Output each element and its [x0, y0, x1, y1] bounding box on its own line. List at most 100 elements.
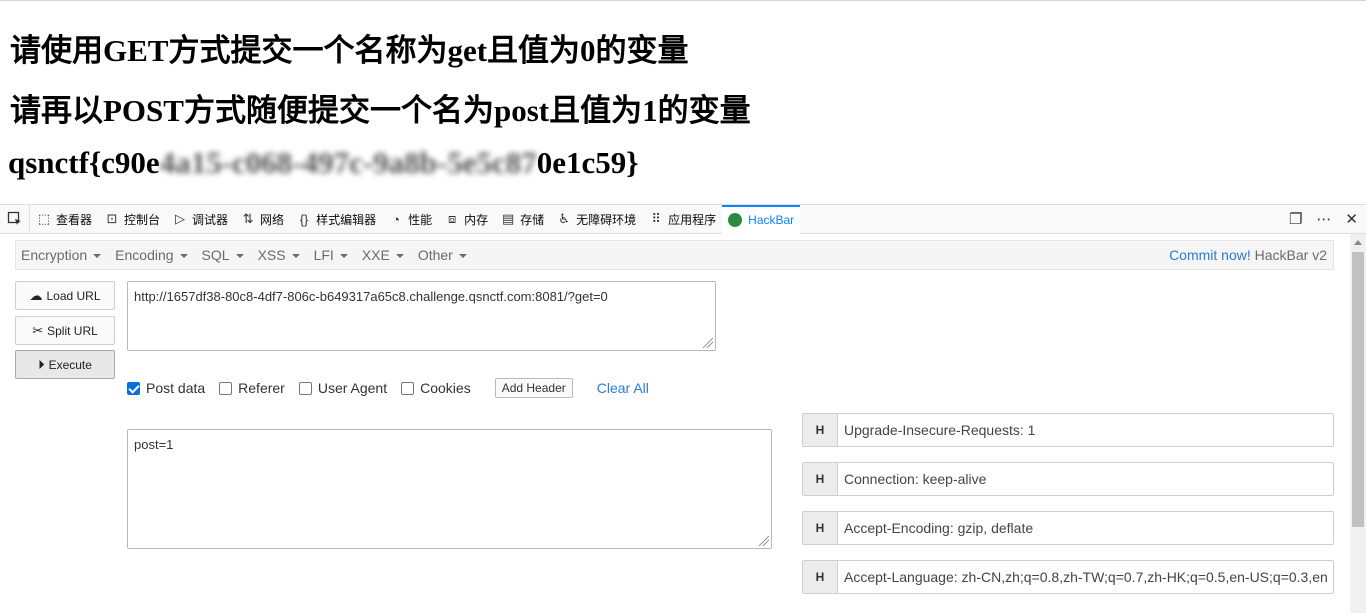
- performance-icon: ◔: [392, 211, 400, 227]
- execute-label: Execute: [48, 357, 92, 372]
- flag-text: qsnctf{c90e 4a15-c068-497c-9a8b-5e5c87 0e1…: [8, 145, 639, 181]
- header-row: H Accept-Language: zh-CN,zh;q=0.8,zh-TW;q…: [802, 560, 1334, 594]
- checkbox[interactable]: [401, 381, 415, 395]
- menu-label: Encryption: [21, 247, 88, 263]
- post-data-value: post=1: [134, 437, 174, 452]
- devtools-tab-3[interactable]: ⇅ 网络: [234, 205, 290, 233]
- header-row: H Connection: keep-alive: [802, 462, 1334, 496]
- devtools-tab-label: HackBar: [748, 213, 795, 227]
- menu-xxe[interactable]: XXE: [355, 247, 411, 263]
- page-content: 请使用GET方式提交一个名称为get且值为0的变量 请再以POST方式随便提交一…: [0, 0, 1366, 204]
- devtools-tab-2[interactable]: ▷ 调试器: [166, 205, 234, 233]
- clear-all-link[interactable]: Clear All: [597, 380, 649, 396]
- execute-button[interactable]: ⏵ Execute: [15, 350, 115, 379]
- header-value-input[interactable]: Upgrade-Insecure-Requests: 1: [838, 414, 1035, 446]
- menu-sql[interactable]: SQL: [195, 247, 251, 263]
- devtools-tab-10[interactable]: HackBar: [722, 204, 801, 234]
- devtools-tab-label: 网络: [260, 212, 285, 227]
- load-url-button[interactable]: ☁ Load URL: [15, 281, 115, 310]
- instruction-post: 请再以POST方式随便提交一个名为post且值为1的变量: [10, 93, 751, 128]
- menu-encryption[interactable]: Encryption: [16, 247, 108, 263]
- chevron-down-icon: [179, 254, 188, 258]
- devtools-tab-1[interactable]: ⊡ 控制台: [98, 205, 166, 233]
- resize-grip-icon[interactable]: [703, 338, 713, 348]
- url-value: http://1657df38-80c8-4df7-806c-b649317a6…: [134, 289, 608, 304]
- chevron-down-icon: [291, 254, 300, 258]
- application-icon: ⠿: [651, 211, 661, 226]
- chevron-down-icon: [339, 254, 348, 258]
- menu-label: SQL: [201, 247, 230, 263]
- checkbox[interactable]: [219, 381, 233, 395]
- devtools-tab-label: 无障碍环境: [576, 212, 637, 227]
- request-options: Post data Referer User Agent Cookies Add He…: [127, 378, 649, 398]
- devtools-tab-label: 性能: [408, 212, 433, 227]
- devtools-tab-7[interactable]: ▤ 存储: [494, 205, 550, 233]
- split-url-label: Split URL: [47, 323, 98, 338]
- split-url-button[interactable]: ✂ Split URL: [15, 316, 115, 345]
- header-toggle-button[interactable]: H: [803, 561, 838, 593]
- checkbox[interactable]: [127, 381, 140, 395]
- close-devtools-icon[interactable]: ✕: [1345, 210, 1358, 228]
- option-label: Referer: [238, 380, 285, 396]
- option-user-agent[interactable]: User Agent: [298, 380, 388, 396]
- network-icon: ⇅: [242, 211, 254, 226]
- menu-other[interactable]: Other: [411, 247, 474, 263]
- devtools-controls: ❐ ⋯ ✕: [1289, 210, 1366, 228]
- post-data-textarea[interactable]: post=1: [127, 429, 772, 549]
- devtools-tab-4[interactable]: {} 样式编辑器: [290, 205, 382, 233]
- header-value-input[interactable]: Connection: keep-alive: [838, 463, 986, 495]
- header-value-input[interactable]: Accept-Encoding: gzip, deflate: [838, 512, 1033, 544]
- devtools-tab-5[interactable]: ◔ 性能: [382, 205, 438, 233]
- header-toggle-button[interactable]: H: [803, 463, 838, 495]
- devtools-tab-label: 查看器: [56, 212, 93, 227]
- more-options-icon[interactable]: ⋯: [1316, 210, 1331, 228]
- storage-icon: ▤: [501, 211, 515, 226]
- dock-icon[interactable]: ❐: [1289, 210, 1302, 228]
- url-textarea[interactable]: http://1657df38-80c8-4df7-806c-b649317a6…: [127, 281, 716, 351]
- console-icon: ⊡: [106, 211, 118, 226]
- flag-prefix: qsnctf{c90e: [8, 145, 160, 180]
- hackbar-icon: [728, 213, 743, 227]
- memory-icon: ⧈: [447, 211, 457, 226]
- option-referer[interactable]: Referer: [219, 380, 285, 396]
- devtools-tab-9[interactable]: ⠿ 应用程序: [642, 205, 722, 233]
- menu-label: XXE: [361, 247, 390, 263]
- menu-encoding[interactable]: Encoding: [108, 247, 194, 263]
- option-label: User Agent: [317, 380, 388, 396]
- option-label: Post data: [146, 380, 206, 396]
- devtools-tab-0[interactable]: ⬚ 查看器: [30, 205, 98, 233]
- menu-xss[interactable]: XSS: [251, 247, 307, 263]
- header-toggle-button[interactable]: H: [803, 512, 838, 544]
- devtools-tab-8[interactable]: ♿ 无障碍环境: [550, 205, 642, 233]
- vertical-scrollbar[interactable]: [1350, 234, 1366, 613]
- add-header-button[interactable]: Add Header: [494, 378, 573, 398]
- header-value-input[interactable]: Accept-Language: zh-CN,zh;q=0.8,zh-TW;q=…: [838, 561, 1328, 593]
- chevron-down-icon: [395, 254, 404, 258]
- resize-grip-icon[interactable]: [759, 536, 769, 546]
- scissors-icon: ✂: [32, 322, 44, 338]
- scroll-up-icon[interactable]: [1354, 240, 1362, 245]
- option-cookies[interactable]: Cookies: [401, 380, 471, 396]
- option-post-data[interactable]: Post data: [127, 380, 205, 396]
- flag-blurred: 4a15-c068-497c-9a8b-5e5c87: [159, 145, 537, 180]
- hackbar-menubar-right: Commit now! HackBar v2: [1169, 247, 1333, 263]
- play-circle-icon: ⏵: [38, 356, 45, 372]
- menu-label: Encoding: [115, 247, 174, 263]
- debugger-icon: ▷: [175, 211, 186, 226]
- menu-label: LFI: [313, 247, 334, 263]
- devtools-tab-label: 调试器: [192, 212, 229, 227]
- devtools-tab-6[interactable]: ⧈ 内存: [438, 205, 494, 233]
- scrollbar-thumb[interactable]: [1352, 252, 1364, 527]
- load-url-label: Load URL: [46, 288, 101, 303]
- header-toggle-button[interactable]: H: [803, 414, 838, 446]
- checkbox[interactable]: [298, 381, 312, 395]
- hackbar-menubar: Encryption Encoding SQL XSS LFI XXE Other Comm…: [15, 240, 1334, 270]
- devtools-tab-label: 内存: [464, 212, 489, 227]
- cloud-download-icon: ☁: [29, 287, 43, 303]
- inspector-icon: ⬚: [37, 211, 51, 226]
- menu-label: Other: [417, 247, 453, 263]
- hackbar-panel: Encryption Encoding SQL XSS LFI XXE Other Comm…: [0, 234, 1366, 613]
- element-picker-icon[interactable]: [0, 205, 30, 233]
- menu-lfi[interactable]: LFI: [307, 247, 355, 263]
- commit-now-link[interactable]: Commit now!: [1169, 247, 1251, 263]
